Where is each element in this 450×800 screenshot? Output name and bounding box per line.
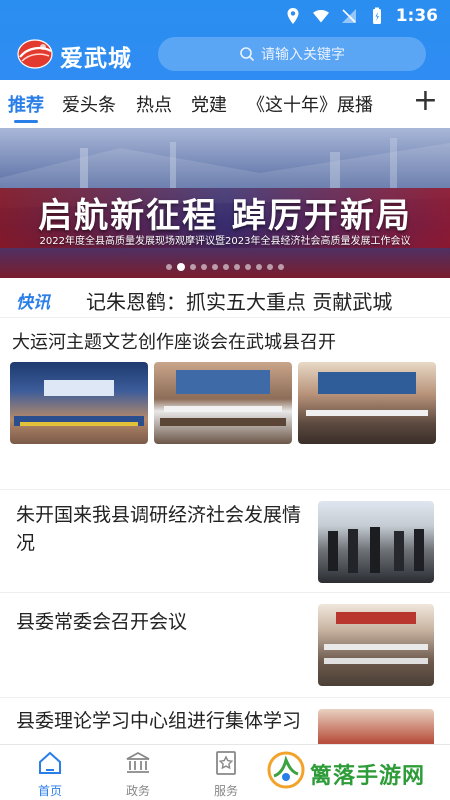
nav-government[interactable]: 政务 (108, 749, 168, 799)
watermark-logo-icon (267, 751, 305, 789)
carousel-dot[interactable] (234, 264, 240, 270)
status-bar: 1:36 (0, 0, 450, 30)
article-title[interactable]: 县委常委会召开会议 (16, 608, 306, 636)
search-placeholder: 请输入关键字 (261, 47, 345, 63)
app-bar: 爱武城 请输入关键字 (0, 30, 450, 80)
carousel-dot[interactable] (223, 264, 229, 270)
carousel-dot[interactable] (177, 263, 185, 271)
nav-home-label: 首页 (37, 784, 62, 798)
carousel-indicator (0, 263, 450, 271)
status-time: 1:36 (395, 6, 438, 26)
watermark: 篱落手游网 (266, 748, 446, 796)
article-title[interactable]: 大运河主题文艺创作座谈会在武城县召开 (12, 328, 336, 354)
app-screen: 1:36 爱武城 请输入关键字 推荐 爱头条 热点 党建 《这十年》展播 + 启… (0, 0, 450, 800)
article-card[interactable]: 县委理论学习中心组进行集体学习 (0, 699, 450, 744)
tab-party-building[interactable]: 党建 (191, 91, 227, 117)
banner-subtitle: 2022年度全县高质量发展现场观摩评议暨2023年全县经济社会高质量发展工作会议 (39, 236, 411, 247)
carousel-dot[interactable] (190, 264, 196, 270)
carousel-dot[interactable] (256, 264, 262, 270)
home-icon (39, 751, 61, 774)
battery-icon (372, 7, 381, 24)
header: 1:36 爱武城 请输入关键字 (0, 0, 450, 80)
article-card[interactable]: 大运河主题文艺创作座谈会在武城县召开 (0, 318, 450, 490)
article-photo[interactable] (318, 604, 434, 686)
nav-service[interactable]: 服务 (196, 749, 256, 799)
article-title[interactable]: 朱开国来我县调研经济社会发展情况 (16, 501, 306, 557)
article-card[interactable]: 朱开国来我县调研经济社会发展情况 (0, 491, 450, 593)
banner-headline: 启航新征程 踔厉开新局 (38, 196, 412, 236)
wifi-icon (312, 10, 329, 23)
tab-hot[interactable]: 热点 (136, 91, 172, 117)
search-icon (240, 47, 255, 62)
add-channel-button[interactable]: + (413, 86, 438, 116)
news-ticker[interactable]: 快讯 记朱恩鹤：抓实五大重点 贡献武城 (0, 282, 450, 318)
app-title: 爱武城 (60, 46, 132, 72)
service-star-icon (216, 751, 236, 775)
tab-recommend[interactable]: 推荐 (8, 91, 44, 117)
no-signal-icon (341, 9, 356, 23)
app-logo-icon[interactable] (16, 37, 54, 71)
government-building-icon (126, 751, 150, 773)
ticker-badge: 快讯 (16, 293, 50, 313)
nav-home[interactable]: 首页 (20, 749, 80, 799)
article-card[interactable]: 县委常委会召开会议 (0, 594, 450, 698)
article-photo[interactable] (154, 362, 292, 444)
carousel-dot[interactable] (166, 264, 172, 270)
article-photo[interactable] (298, 362, 436, 444)
article-photo[interactable] (318, 709, 434, 744)
article-photo[interactable] (10, 362, 148, 444)
active-tab-indicator (14, 120, 38, 123)
nav-service-label: 服务 (213, 784, 238, 798)
nav-government-label: 政务 (125, 784, 150, 798)
carousel-dot[interactable] (212, 264, 218, 270)
tab-decade-showcase[interactable]: 《这十年》展播 (247, 91, 373, 117)
channel-tabs: 推荐 爱头条 热点 党建 《这十年》展播 + (0, 80, 450, 128)
carousel-dot[interactable] (245, 264, 251, 270)
article-title[interactable]: 县委理论学习中心组进行集体学习 (16, 707, 306, 735)
banner-carousel[interactable]: 启航新征程 踔厉开新局 2022年度全县高质量发展现场观摩评议暨2023年全县经… (0, 128, 450, 278)
carousel-dot[interactable] (201, 264, 207, 270)
search-input[interactable]: 请输入关键字 (158, 37, 426, 71)
carousel-dot[interactable] (278, 264, 284, 270)
carousel-dot[interactable] (267, 264, 273, 270)
watermark-text: 篱落手游网 (310, 764, 426, 789)
tab-headlines[interactable]: 爱头条 (62, 91, 116, 117)
article-thumbnails (10, 362, 436, 444)
location-icon (287, 8, 299, 24)
article-photo[interactable] (318, 501, 434, 583)
ticker-text[interactable]: 记朱恩鹤：抓实五大重点 贡献武城 (86, 286, 392, 315)
